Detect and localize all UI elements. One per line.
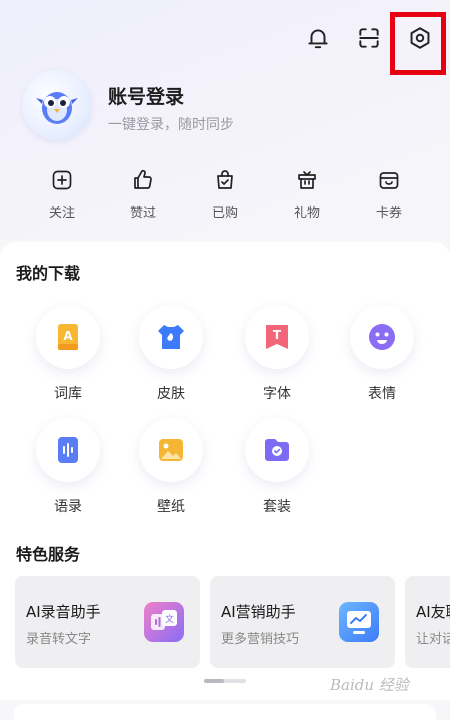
emoji-icon bbox=[369, 324, 395, 350]
bottom-card bbox=[14, 704, 436, 720]
quick-actions: 关注 赞过 已购 礼物 卡券 bbox=[0, 168, 450, 224]
svg-text:文: 文 bbox=[165, 613, 174, 625]
login-subtitle: 一键登录，随时同步 bbox=[108, 117, 234, 133]
gift-icon bbox=[298, 171, 316, 189]
service-ai-marketing[interactable]: AI营销助手 更多营销技巧 bbox=[210, 576, 395, 668]
download-item-label: 壁纸 bbox=[157, 499, 185, 515]
service-subtitle: 让对话 bbox=[416, 632, 450, 647]
quick-item-gift[interactable]: 礼物 bbox=[277, 168, 337, 221]
shopping-bag-icon bbox=[217, 170, 233, 189]
service-title: AI录音助手 bbox=[26, 603, 101, 621]
scan-icon[interactable] bbox=[351, 20, 387, 56]
download-item-label: 词库 bbox=[54, 386, 82, 402]
downloads-title: 我的下载 bbox=[16, 264, 81, 283]
voice-translate-icon: 文 bbox=[144, 602, 184, 642]
thumbs-up-icon bbox=[134, 169, 152, 189]
login-title[interactable]: 账号登录 bbox=[108, 82, 184, 109]
quick-item-coupon[interactable]: 卡券 bbox=[359, 168, 419, 221]
quick-item-label: 礼物 bbox=[293, 206, 320, 221]
download-item-bundle[interactable]: 套装 bbox=[237, 418, 317, 516]
coupon-icon bbox=[379, 172, 399, 189]
download-item-label: 语录 bbox=[54, 499, 82, 515]
lexicon-icon: A bbox=[58, 324, 78, 350]
download-item-lexicon[interactable]: A 词库 bbox=[28, 305, 108, 403]
font-icon: T bbox=[266, 325, 288, 349]
avatar[interactable] bbox=[22, 70, 92, 140]
quick-item-label: 已购 bbox=[211, 206, 238, 221]
watermark: Baidu 经验 bbox=[330, 676, 409, 694]
bell-icon[interactable] bbox=[300, 20, 336, 56]
quotes-icon bbox=[58, 437, 78, 463]
download-item-label: 皮肤 bbox=[157, 386, 185, 402]
download-item-font[interactable]: T 字体 bbox=[237, 305, 317, 403]
quick-item-liked[interactable]: 赞过 bbox=[113, 168, 173, 221]
download-item-label: 字体 bbox=[263, 386, 291, 402]
plus-square-icon bbox=[52, 170, 72, 190]
svg-text:T: T bbox=[273, 328, 282, 342]
download-item-wallpaper[interactable]: 壁纸 bbox=[131, 418, 211, 516]
wallpaper-icon bbox=[159, 439, 183, 461]
service-ai-recording[interactable]: AI录音助手 录音转文字 文 bbox=[15, 576, 200, 668]
download-item-skin[interactable]: 皮肤 bbox=[131, 305, 211, 403]
carousel-pager bbox=[204, 679, 246, 683]
skin-icon bbox=[158, 325, 184, 349]
quick-item-label: 赞过 bbox=[129, 206, 156, 221]
service-subtitle: 录音转文字 bbox=[26, 632, 92, 647]
quick-item-label: 关注 bbox=[48, 206, 75, 221]
service-title: AI营销助手 bbox=[221, 603, 296, 621]
download-item-quotes[interactable]: 语录 bbox=[28, 418, 108, 516]
service-subtitle: 更多营销技巧 bbox=[221, 632, 300, 647]
mascot-bird-icon bbox=[36, 92, 78, 124]
quick-item-follow[interactable]: 关注 bbox=[32, 168, 92, 221]
quick-item-label: 卡券 bbox=[375, 206, 402, 221]
service-title: AI友聊 bbox=[416, 603, 450, 621]
top-bar bbox=[0, 20, 450, 60]
services-title: 特色服务 bbox=[16, 545, 81, 564]
svg-text:A: A bbox=[63, 329, 73, 343]
download-item-emoji[interactable]: 表情 bbox=[342, 305, 422, 403]
settings-highlight-box bbox=[390, 12, 446, 75]
pager-active-dot bbox=[204, 679, 224, 683]
bundle-icon bbox=[265, 439, 289, 461]
service-ai-chat[interactable]: AI友聊 让对话 bbox=[405, 576, 450, 668]
profile-section[interactable]: 账号登录 一键登录，随时同步 bbox=[22, 70, 422, 142]
download-item-label: 表情 bbox=[368, 386, 396, 402]
download-item-label: 套装 bbox=[263, 499, 291, 515]
marketing-chart-icon bbox=[339, 602, 379, 642]
quick-item-purchased[interactable]: 已购 bbox=[195, 168, 255, 221]
